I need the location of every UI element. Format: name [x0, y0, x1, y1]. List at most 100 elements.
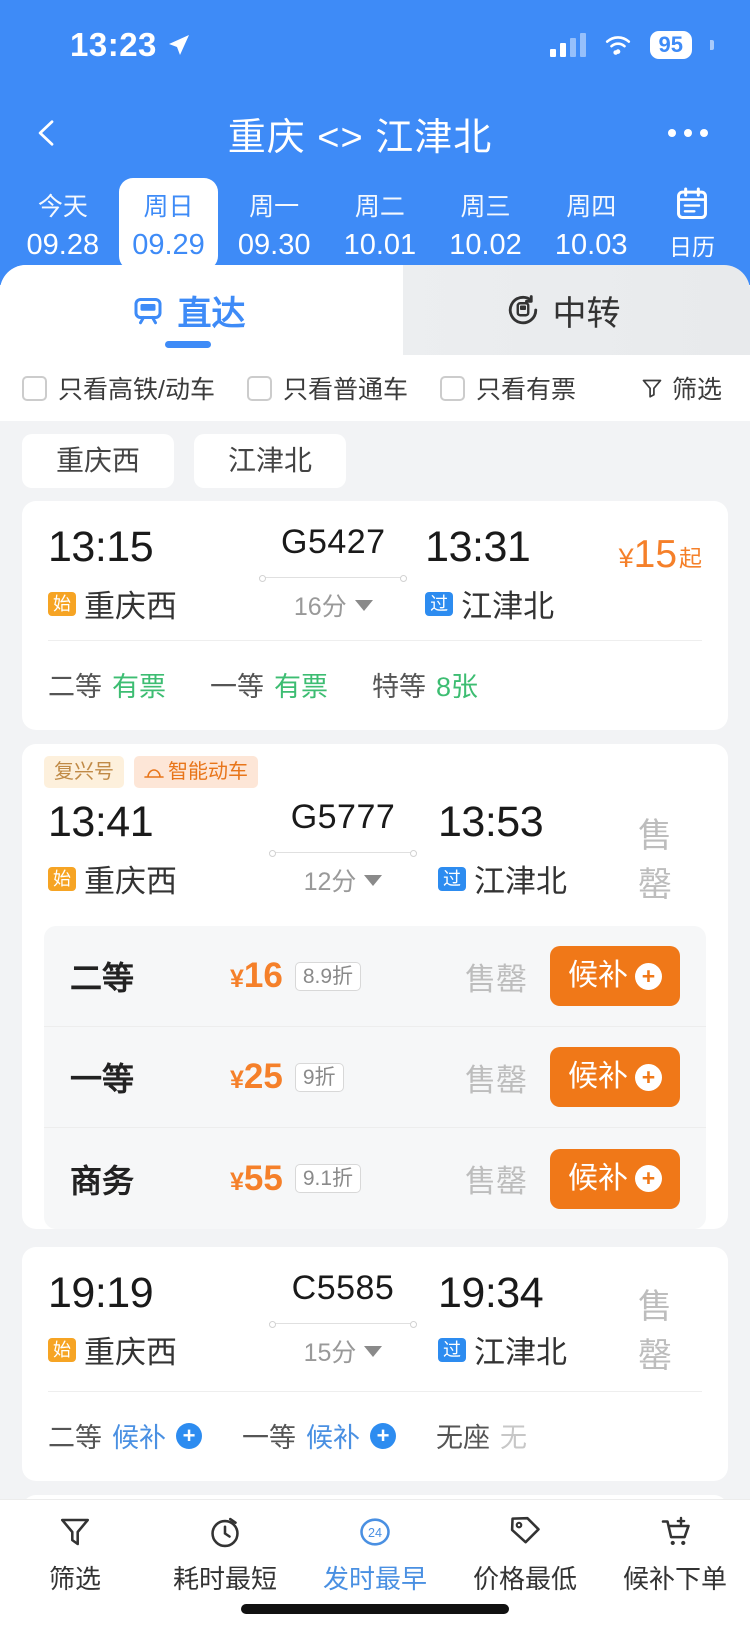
currency-symbol: ¥ [230, 1167, 244, 1196]
train-middle-column[interactable]: G5427 16分 [241, 523, 425, 623]
seat-class-name: 二等 [70, 960, 135, 996]
tab-direct[interactable]: 直达 [0, 265, 375, 355]
currency-symbol: ¥ [230, 965, 244, 993]
seat-item-0[interactable]: 二等 有票 [48, 665, 166, 704]
waitlist-button[interactable]: 候补 + [550, 1047, 680, 1107]
tab-transfer[interactable]: 中转 [347, 265, 750, 355]
date-item-4[interactable]: 周三 10.02 [436, 178, 536, 270]
page-title: 重庆 <> 江津北 [227, 116, 493, 159]
checkbox-normal-train[interactable]: 只看普通车 [246, 370, 408, 406]
start-badge: 始 [48, 591, 76, 616]
seat-class-row-1: 一等 ¥25 9折 售罄 候补 + [44, 1027, 706, 1128]
bottom-nav-label: 候补下单 [622, 1564, 727, 1594]
date-value: 10.02 [449, 228, 522, 261]
duration-text-wrap[interactable]: 16分 [294, 587, 373, 623]
filter-button[interactable]: 筛选 [640, 370, 728, 406]
depart-station-line: 始 重庆西 [48, 581, 241, 626]
home-indicator [241, 1604, 509, 1614]
calendar-button[interactable]: 日历 [644, 176, 740, 270]
location-arrow-icon [168, 35, 189, 55]
tab-bar: 直达 中转 [0, 265, 750, 355]
seat-price-wrap: ¥25 9折 [230, 1057, 465, 1097]
seat-item-2[interactable]: 特等 8张 [372, 665, 478, 704]
date-weekday: 今天 [37, 192, 88, 221]
seat-class-name: 商务 [70, 1162, 135, 1199]
seat-class-name: 二等 [48, 1423, 102, 1453]
seat-status: 候补 [306, 1423, 360, 1453]
bottom-nav-earliest[interactable]: 24 发时最早 [300, 1514, 450, 1596]
duration-text-wrap[interactable]: 15分 [304, 1333, 383, 1369]
tag-smart-train: 智能动车 [134, 756, 258, 788]
checkbox-high-speed[interactable]: 只看高铁/动车 [22, 370, 215, 406]
train-number: C5585 [291, 1269, 395, 1307]
seat-class-name: 无座 [436, 1423, 490, 1453]
price-value: 16 [243, 956, 283, 995]
wifi-icon [605, 36, 630, 55]
date-item-2[interactable]: 周一 09.30 [224, 178, 324, 270]
chevron-down-icon[interactable] [364, 874, 383, 886]
date-item-3[interactable]: 周二 10.01 [330, 178, 430, 270]
train-main-row: 13:41 始 重庆西 G5777 12分 13:53 过 江津北 售罄 [22, 788, 728, 920]
arrive-column: 13:31 过 江津北 [425, 523, 618, 626]
waitlist-button[interactable]: 候补 + [550, 1148, 680, 1209]
discount-badge: 8.9折 [294, 961, 362, 991]
filter-button-label: 筛选 [671, 376, 722, 404]
seat-item-0[interactable]: 二等 候补 + [48, 1416, 202, 1455]
seat-status: 8张 [436, 672, 479, 702]
waitlist-button-label: 候补 [568, 1060, 628, 1093]
app-screen: 13:23 95 重庆 <> 江津北 今天 09.28 周日 09.29 周一 … [0, 0, 750, 1626]
seat-item-1[interactable]: 一等 候补 + [242, 1416, 396, 1455]
seat-class-row-0: 二等 ¥16 8.9折 售罄 候补 + [44, 926, 706, 1027]
train-card-1[interactable]: 复兴号 智能动车 13:41 始 重庆西 G5777 12分 13:53 过 江… [22, 744, 728, 1229]
bottom-nav-waitlist-order[interactable]: 候补下单 [600, 1514, 750, 1596]
transfer-train-icon [508, 295, 537, 325]
clock-24-icon: 24 [360, 1518, 390, 1546]
discount-badge: 9折 [294, 1062, 344, 1092]
seat-status: 售罄 [465, 1164, 527, 1199]
station-chip-1[interactable]: 江津北 [194, 434, 347, 488]
price-column: ¥15 起 [619, 523, 702, 577]
train-card-0[interactable]: 13:15 始 重庆西 G5427 16分 13:31 过 江津北 ¥ 15 起… [22, 501, 728, 730]
waitlist-button[interactable]: 候补 + [550, 946, 680, 1006]
filter-bar: 只看高铁/动车 只看普通车 只看有票 筛选 [0, 355, 750, 421]
seat-item-2[interactable]: 无座 无 [436, 1416, 527, 1455]
arrive-column: 19:34 过 江津北 [438, 1269, 638, 1372]
battery-level: 95 [658, 31, 683, 57]
price-column: 售罄 [638, 798, 702, 906]
checkbox-box[interactable] [22, 375, 47, 401]
price-value: 25 [243, 1057, 283, 1096]
bottom-nav-lowest-price[interactable]: 价格最低 [450, 1514, 600, 1596]
seat-class-name: 一等 [242, 1423, 296, 1453]
arrive-station-name: 江津北 [474, 864, 567, 899]
checkbox-has-ticket[interactable]: 只看有票 [439, 370, 576, 406]
duration-text-wrap[interactable]: 12分 [304, 862, 383, 898]
arrive-station-line: 过 江津北 [438, 856, 638, 901]
checkbox-box[interactable] [246, 375, 272, 401]
date-item-0[interactable]: 今天 09.28 [13, 178, 113, 270]
train-middle-column[interactable]: G5777 12分 [248, 798, 438, 898]
chevron-left-icon[interactable] [32, 118, 62, 148]
bottom-nav-shortest[interactable]: 耗时最短 [150, 1514, 300, 1596]
date-item-5[interactable]: 周四 10.03 [541, 178, 641, 270]
header: 13:23 95 重庆 <> 江津北 今天 09.28 周日 09.29 周一 … [0, 0, 750, 285]
station-chip-0[interactable]: 重庆西 [22, 434, 175, 488]
seat-status: 候补 [112, 1423, 166, 1453]
depart-time: 13:41 [48, 798, 154, 846]
train-list[interactable]: 13:15 始 重庆西 G5427 16分 13:31 过 江津北 ¥ 15 起… [0, 501, 750, 1514]
bottom-nav-filter[interactable]: 筛选 [0, 1514, 150, 1596]
stopwatch-icon [211, 1517, 239, 1548]
train-middle-column[interactable]: C5585 15分 [248, 1269, 438, 1369]
arrive-time: 13:31 [425, 523, 531, 571]
chevron-down-icon[interactable] [364, 1345, 383, 1357]
train-card-2[interactable]: 19:19 始 重庆西 C5585 15分 19:34 过 江津北 售罄 二等 … [22, 1247, 728, 1481]
duration-text: 12分 [303, 868, 357, 896]
checkbox-box[interactable] [439, 375, 465, 401]
chevron-down-icon[interactable] [354, 599, 373, 611]
plus-icon[interactable]: + [370, 1422, 396, 1449]
bottom-nav-label: 耗时最短 [172, 1564, 277, 1594]
plus-icon[interactable]: + [176, 1422, 202, 1449]
more-dots-icon[interactable] [658, 119, 718, 147]
date-item-1[interactable]: 周日 09.29 [118, 178, 219, 270]
seat-status: 有票 [274, 672, 328, 702]
seat-item-1[interactable]: 一等 有票 [210, 665, 328, 704]
